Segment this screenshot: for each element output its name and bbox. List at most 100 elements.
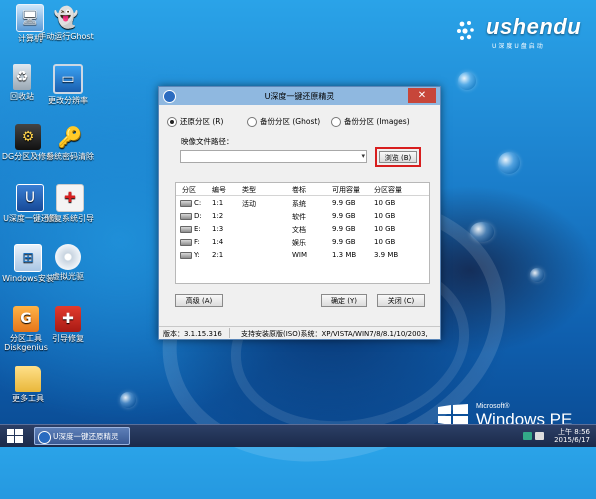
cell-label: 娱乐 [292,239,306,247]
app-icon [38,431,51,444]
desktop-icon-virtual-drive[interactable]: 虚拟光驱 [38,244,98,281]
cell-free: 9.9 GB [332,199,356,207]
column-header[interactable]: 分区 [182,185,196,195]
cell-partition: D: [194,212,202,220]
cell-number: 1:2 [212,212,224,220]
dialog-title: U深度一键还原精灵 [264,92,335,101]
desktop-icon-boot-repair[interactable]: ✚ 引导修复 [38,306,98,343]
recycle-bin-icon: ♻ [13,64,31,90]
cell-number: 1:4 [212,238,224,246]
system-tray: 上午 8:56 2015/6/17 [523,427,590,445]
status-bar: 版本：3.1.15.316 支持安装原版(ISO)系统：XP/VISTA/WIN… [159,326,440,339]
folder-icon [15,366,41,392]
taskbar-item-label: U深度一键还原精灵 [53,432,119,441]
table-row[interactable]: D: 1:2 软件 9.9 GB 10 GB [176,209,429,222]
desktop-icon-label: 更改分辨率 [48,96,88,105]
cell-free: 9.9 GB [332,212,356,220]
desktop-icon-label: 修复系统引导 [46,214,94,223]
close-button[interactable]: 关闭 (C) [377,294,425,307]
desktop-icon-repair-boot[interactable]: ✚ 修复系统引导 [40,184,100,223]
restore-dialog: U深度一键还原精灵 ✕ 还原分区 (R) 备份分区 (Ghost) 备份分区 (… [158,86,441,340]
table-header: 分区 编号 类型 卷标 可用容量 分区容量 [176,183,429,196]
volume-icon[interactable] [535,432,544,440]
ushendu-logo-icon [457,21,474,40]
monitor-icon: ▭ [53,64,83,94]
radio-label: 还原分区 (R) [180,117,224,126]
cell-number: 1:3 [212,225,224,233]
desktop-icon-resolution[interactable]: ▭ 更改分辨率 [38,64,98,105]
chevron-down-icon[interactable]: ▾ [361,151,365,162]
column-header[interactable]: 类型 [242,185,256,195]
clock-date: 2015/6/17 [554,436,590,444]
column-header[interactable]: 卷标 [292,185,306,195]
desktop-icon-label: 更多工具 [12,394,44,403]
cell-label: WIM [292,251,308,259]
desktop-icon-label: 手动运行Ghost [38,32,94,41]
partition-table: 分区 编号 类型 卷标 可用容量 分区容量 C: 1:1 活动 系统 9.9 G… [175,182,430,284]
advanced-button[interactable]: 高级 (A) [175,294,223,307]
windows-start-icon [7,429,23,443]
table-row[interactable]: C: 1:1 活动 系统 9.9 GB 10 GB [176,196,429,209]
disk-drive-icon [180,200,192,207]
disk-drive-icon [180,252,192,259]
toolbox-icon: ✚ [55,306,81,332]
status-divider [229,328,230,338]
key-icon: 🔑 [57,124,83,149]
support-text: 支持安装原版(ISO)系统：XP/VISTA/WIN7/8/8.1/10/200… [241,330,428,338]
windows-logo-icon [438,404,468,426]
cell-label: 软件 [292,213,306,221]
desktop-icon-label: 引导修复 [52,334,84,343]
cell-size: 10 GB [374,225,396,233]
desktop-icon-label: 虚拟光驱 [52,272,84,281]
taskbar-item-restore[interactable]: U深度一键还原精灵 [34,427,130,445]
close-window-button[interactable]: ✕ [408,88,436,103]
radio-indicator [247,116,257,127]
dialog-body: 还原分区 (R) 备份分区 (Ghost) 备份分区 (Images) 映像文件… [159,106,440,339]
cell-size: 3.9 MB [374,251,399,259]
virtual-drive-icon [55,244,81,270]
radio-label: 备份分区 (Images) [344,117,410,126]
cell-number: 1:1 [212,199,224,207]
water-droplet [458,72,476,90]
cell-label: 文档 [292,226,306,234]
disk-drive-icon [180,213,192,220]
dialog-titlebar[interactable]: U深度一键还原精灵 ✕ [159,87,440,105]
clock[interactable]: 上午 8:56 2015/6/17 [554,427,590,444]
table-row[interactable]: Y: 2:1 WIM 1.3 MB 3.9 MB [176,248,429,261]
image-path-combobox[interactable]: ▾ [180,150,367,163]
column-header[interactable]: 可用容量 [332,185,360,195]
clock-time: 上午 8:56 [558,428,590,436]
cell-partition: C: [194,199,202,207]
disk-drive-icon [180,226,192,233]
microsoft-text: Microsoft® [476,403,510,410]
desktop-icon-ghost[interactable]: 👻 手动运行Ghost [36,4,96,42]
table-row[interactable]: E: 1:3 文档 9.9 GB 10 GB [176,222,429,235]
column-header[interactable]: 分区容量 [374,185,402,195]
network-icon[interactable] [523,432,532,440]
water-droplet [498,152,520,174]
radio-indicator [331,116,341,127]
cell-type: 活动 [242,200,256,208]
radio-indicator [167,116,177,127]
first-aid-icon: ✚ [56,184,84,212]
cell-free: 1.3 MB [332,251,357,259]
cell-partition: F: [194,238,200,246]
ushendu-logo: ushendu U深度U盘启动 [452,12,584,50]
radio-backup-ghost[interactable]: 备份分区 (Ghost) [247,116,320,127]
cell-size: 10 GB [374,238,396,246]
desktop-icon-password-clear[interactable]: 🔑 系统密码清除 [40,124,100,162]
cell-size: 10 GB [374,212,396,220]
desktop-icon-more-tools[interactable]: 更多工具 [0,366,58,403]
mode-radio-group: 还原分区 (R) 备份分区 (Ghost) 备份分区 (Images) [165,116,434,128]
browse-button[interactable]: 浏览 (B) [379,151,417,163]
column-header[interactable]: 编号 [212,185,226,195]
radio-label: 备份分区 (Ghost) [260,117,321,126]
table-row[interactable]: F: 1:4 娱乐 9.9 GB 10 GB [176,235,429,248]
disk-genius-icon: ⚙ [15,124,41,150]
start-button[interactable] [4,427,26,445]
radio-restore-partition[interactable]: 还原分区 (R) [167,116,223,127]
ok-button[interactable]: 确定 (Y) [321,294,367,307]
ghost-icon: 👻 [53,4,79,29]
radio-backup-images[interactable]: 备份分区 (Images) [331,116,410,127]
water-droplet [470,222,494,242]
